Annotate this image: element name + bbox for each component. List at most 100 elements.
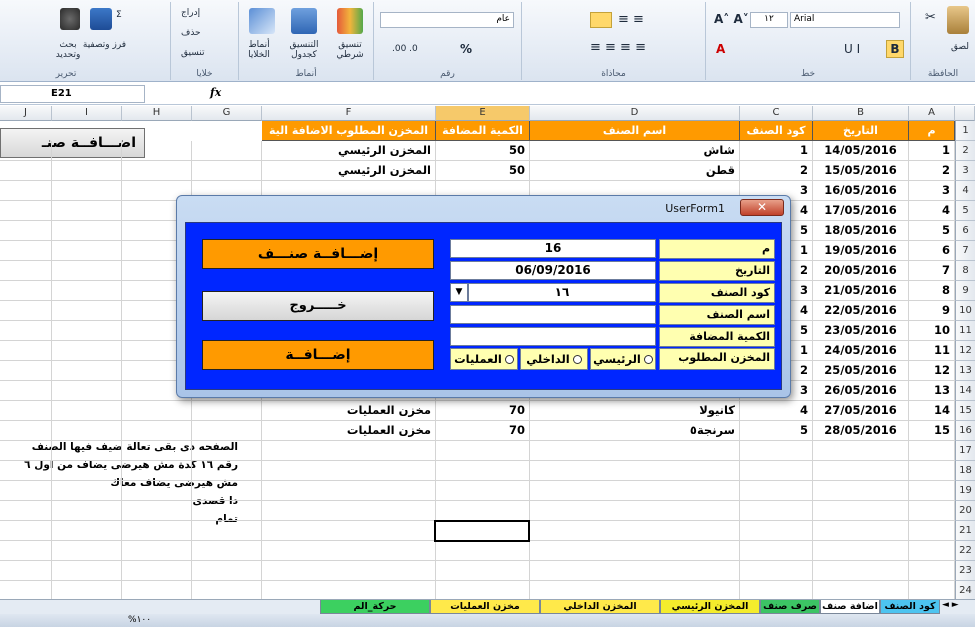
cell-empty[interactable] [0,141,52,161]
cell-m[interactable]: 11 [909,341,955,361]
cell-date[interactable]: 28/05/2016 [813,421,909,441]
cell-empty[interactable] [530,561,740,581]
cell-qty[interactable]: 50 [436,141,530,161]
date-field[interactable]: 06/09/2016 [450,261,656,280]
cell-empty[interactable] [0,221,52,241]
cell-empty[interactable] [52,481,122,501]
cell-empty[interactable] [0,421,52,441]
cell-empty[interactable] [262,501,436,521]
cell-empty[interactable] [0,321,52,341]
cell-empty[interactable] [52,441,122,461]
cell-date[interactable]: 23/05/2016 [813,321,909,341]
cell-empty[interactable] [262,461,436,481]
cell-empty[interactable] [0,361,52,381]
cell-m[interactable]: 8 [909,281,955,301]
cell-empty[interactable] [909,581,955,599]
cell-empty[interactable] [0,261,52,281]
cell-store[interactable]: مخزن العمليات [262,421,436,441]
item-name-field[interactable] [450,305,656,324]
autosum-icon[interactable]: Σ [116,10,122,20]
cell-empty[interactable] [0,281,52,301]
format-table-icon[interactable] [291,8,317,34]
row-header[interactable]: 15 [955,401,975,421]
cell-empty[interactable] [813,581,909,599]
font-name-select[interactable]: Arial [790,12,900,28]
row-header[interactable]: 22 [955,541,975,561]
conditional-format-icon[interactable] [337,8,363,34]
cell-empty[interactable] [909,501,955,521]
cell-date[interactable]: 25/05/2016 [813,361,909,381]
paste-icon[interactable] [947,6,969,34]
row-header[interactable]: 8 [955,261,975,281]
row-header[interactable]: 12 [955,341,975,361]
cell-date[interactable]: 22/05/2016 [813,301,909,321]
header-cell-store[interactable]: المخزن المطلوب الاضافة الية [262,121,436,141]
italic-underline-icons[interactable]: U I [844,42,860,56]
cell-empty[interactable] [122,461,192,481]
cell-empty[interactable] [0,541,52,561]
cell-store[interactable]: مخزن العمليات [262,401,436,421]
row-header[interactable]: 6 [955,221,975,241]
font-size-select[interactable]: ١٢ [750,12,788,28]
cell-empty[interactable] [52,161,122,181]
column-header-c[interactable]: C [740,106,813,121]
cell-empty[interactable] [740,481,813,501]
cell-m[interactable]: 1 [909,141,955,161]
cell-empty[interactable] [192,461,262,481]
cell-m[interactable]: 10 [909,321,955,341]
cell-empty[interactable] [909,541,955,561]
cell-name[interactable]: سرنجة٥ [530,421,740,441]
exit-button[interactable]: خـــــروج [202,291,434,321]
column-header-i[interactable]: I [52,106,122,121]
cell-code[interactable]: 5 [740,421,813,441]
cell-empty[interactable] [122,561,192,581]
cell-empty[interactable] [122,161,192,181]
cell-empty[interactable] [192,581,262,599]
cell-empty[interactable] [192,521,262,541]
row-header[interactable]: 21 [955,521,975,541]
cell-empty[interactable] [813,501,909,521]
cell-empty[interactable] [192,161,262,181]
sheet-tab[interactable]: اضافة صنف [820,600,880,614]
cell-empty[interactable] [813,441,909,461]
row-header[interactable]: 5 [955,201,975,221]
cell-empty[interactable] [436,441,530,461]
cell-empty[interactable] [122,501,192,521]
cell-empty[interactable] [52,461,122,481]
cell-empty[interactable] [122,481,192,501]
cell-empty[interactable] [262,561,436,581]
cell-qty[interactable]: 50 [436,161,530,181]
sort-filter-icon[interactable] [90,8,112,30]
cell-empty[interactable] [909,561,955,581]
header-cell-date[interactable]: التاريخ [813,121,909,141]
cell-m[interactable]: 15 [909,421,955,441]
cell-m[interactable]: 4 [909,201,955,221]
insert-button[interactable]: إدراج [181,8,200,18]
cell-empty[interactable] [52,201,122,221]
item-code-combobox[interactable]: ١٦ [468,283,656,302]
zoom-level[interactable]: %١٠٠ [128,614,151,626]
binoculars-icon[interactable] [60,8,80,30]
cell-empty[interactable] [813,521,909,541]
cell-empty[interactable] [192,401,262,421]
header-cell-name[interactable]: اسم الصنف [530,121,740,141]
cell-m[interactable]: 14 [909,401,955,421]
cell-empty[interactable] [436,561,530,581]
row-header[interactable]: 24 [955,581,975,599]
column-header-j[interactable]: J [0,106,52,121]
sheet-tab[interactable]: المخزن الرئيسي [660,600,760,614]
cell-empty[interactable] [52,321,122,341]
cell-name[interactable]: قطن [530,161,740,181]
row-header[interactable]: 18 [955,461,975,481]
cell-empty[interactable] [122,141,192,161]
cell-date[interactable]: 21/05/2016 [813,281,909,301]
cell-date[interactable]: 27/05/2016 [813,401,909,421]
sort-filter-button[interactable]: فرز وتصفية [82,40,127,50]
cell-qty[interactable]: 70 [436,421,530,441]
align-buttons-icon[interactable]: ≡ ≡ ≡ ≡ [590,40,646,55]
header-cell-code[interactable]: كود الصنف [740,121,813,141]
cell-empty[interactable] [122,521,192,541]
cell-empty[interactable] [813,461,909,481]
cell-m[interactable]: 9 [909,301,955,321]
cell-m[interactable]: 13 [909,381,955,401]
